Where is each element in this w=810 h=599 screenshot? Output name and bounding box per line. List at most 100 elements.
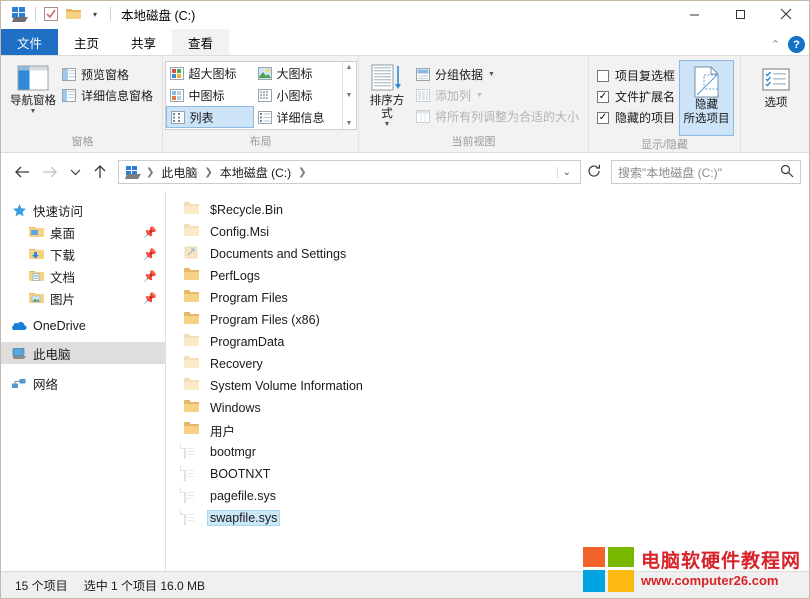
navigation-pane-button[interactable]: 导航窗格 ▼ [9,60,57,115]
list-item[interactable]: ProgramData [166,331,809,353]
breadcrumb-separator[interactable]: ❯ [145,167,155,178]
address-bar: ❯ 此电脑 ❯ 本地磁盘 (C:) ❯ ⌄ 搜索"本地磁盘 (C:)" [1,153,809,191]
list-item[interactable]: 用户 [166,419,809,441]
file-list[interactable]: $Recycle.Bin Config.Msi Documents and Se… [166,191,809,571]
preview-pane-label: 预览窗格 [80,68,129,82]
recent-locations-button[interactable] [65,159,85,185]
new-folder-icon[interactable] [62,4,84,24]
list-item[interactable]: BOOTNXT [166,463,809,485]
sidebar-item-network[interactable]: 网络 [1,372,165,394]
gallery-scrollbar[interactable]: ▲ ▼ ▼ [341,62,356,129]
view-small-icons[interactable]: 小图标 [254,84,342,106]
checkbox-checked-icon[interactable]: ✓ [597,111,609,124]
customize-dropdown-icon[interactable]: ▾ [84,4,106,24]
chevron-up-icon[interactable]: ⌃ [771,38,780,51]
chevron-down-icon: ▼ [476,92,483,99]
layout-gallery[interactable]: 超大图标 大图标 中图标 小图标 列表 详细信息 ▲ ▼ ▼ [164,61,357,130]
sidebar-item-this-pc[interactable]: 此电脑 [1,342,165,364]
list-item[interactable]: Program Files (x86) [166,309,809,331]
file-name: $Recycle.Bin [210,203,283,217]
search-icon[interactable] [780,164,794,181]
list-item[interactable]: System Volume Information [166,375,809,397]
tab-home[interactable]: 主页 [58,29,115,55]
pin-icon[interactable]: 📌 [143,248,157,261]
hidden-items-option[interactable]: ✓ 隐藏的项目 [597,107,675,128]
sidebar-item-desktop[interactable]: 桌面 📌 [1,221,165,243]
breadcrumb-separator[interactable]: ❯ [297,167,307,178]
minimize-button[interactable] [671,1,717,27]
chevron-down-icon[interactable]: ▼ [384,121,391,128]
sort-by-button[interactable]: 排序方式 ▼ [365,60,409,128]
sidebar-item-documents[interactable]: 文档 📌 [1,265,165,287]
preview-pane-button[interactable]: 预览窗格 [59,64,156,85]
refresh-button[interactable] [583,164,605,181]
group-by-button[interactable]: 分组依据 ▼ [413,64,582,85]
list-item[interactable]: Documents and Settings [166,243,809,265]
list-item[interactable]: Recovery [166,353,809,375]
folder-icon [184,378,200,394]
file-icon [184,487,200,504]
list-item-selected[interactable]: swapfile.sys [166,507,809,529]
address-breadcrumb-field[interactable]: ❯ 此电脑 ❯ 本地磁盘 (C:) ❯ ⌄ [118,160,581,184]
item-checkboxes-option[interactable]: 项目复选框 [597,65,675,86]
search-input[interactable]: 搜索"本地磁盘 (C:)" [611,160,801,184]
list-item[interactable]: bootmgr [166,441,809,463]
list-item[interactable]: $Recycle.Bin [166,199,809,221]
tab-share[interactable]: 共享 [115,29,172,55]
chevron-down-icon[interactable]: ▼ [30,108,37,115]
chevron-down-icon[interactable]: ⌄ [556,166,576,178]
list-item[interactable]: Config.Msi [166,221,809,243]
view-details[interactable]: 详细信息 [254,106,342,128]
view-medium-icons[interactable]: 中图标 [166,84,254,106]
sidebar-item-quick-access[interactable]: 快速访问 [1,199,165,221]
file-extensions-option[interactable]: ✓ 文件扩展名 [597,86,675,107]
up-button[interactable] [87,159,113,185]
breadcrumb-this-pc[interactable]: 此电脑 [158,164,200,181]
pin-icon[interactable]: 📌 [143,226,157,239]
sidebar-item-pictures[interactable]: 图片 📌 [1,287,165,309]
view-extra-large-icons[interactable]: 超大图标 [166,62,254,84]
details-pane-button[interactable]: 详细信息窗格 [59,85,156,106]
chevron-down-icon[interactable]: ▼ [488,71,495,78]
view-label: 超大图标 [188,66,237,81]
tab-file[interactable]: 文件 [1,29,59,55]
medium-icons-icon [169,88,184,102]
hidden-items-label: 隐藏的项目 [615,111,676,125]
help-icon[interactable]: ? [788,36,805,53]
forward-button [37,159,63,185]
properties-icon[interactable] [40,4,62,24]
tab-view[interactable]: 查看 [172,29,230,55]
explorer-icon[interactable] [9,4,31,24]
ribbon-group-current-view-label: 当前视图 [451,136,496,148]
pin-icon[interactable]: 📌 [143,292,157,305]
ribbon-group-layout-label: 布局 [249,136,272,148]
hide-selected-label-1: 隐藏 [695,99,718,111]
back-button[interactable] [9,159,35,185]
this-pc-icon[interactable] [123,165,142,179]
view-large-icons[interactable]: 大图标 [254,62,342,84]
breadcrumb-local-disk[interactable]: 本地磁盘 (C:) [217,164,294,181]
list-item[interactable]: PerfLogs [166,265,809,287]
sidebar-label: 此电脑 [33,347,71,362]
sidebar-item-downloads[interactable]: 下载 📌 [1,243,165,265]
options-button[interactable]: 选项 [747,60,805,110]
close-button[interactable] [763,1,809,27]
list-item[interactable]: pagefile.sys [166,485,809,507]
gallery-expand-icon[interactable]: ▼ [346,120,353,127]
breadcrumb-separator[interactable]: ❯ [203,167,213,178]
hide-selected-items-button[interactable]: 隐藏 所选项目 [679,60,734,136]
view-list[interactable]: 列表 [165,106,254,128]
add-columns-label: 添加列 [434,89,471,103]
ribbon-group-options: 选项 [741,56,810,153]
checkbox-checked-icon[interactable]: ✓ [597,90,609,103]
scroll-down-icon[interactable]: ▼ [346,92,353,99]
sidebar-item-onedrive[interactable]: OneDrive [1,315,165,337]
divider [110,7,111,21]
sidebar-label: 图片 [50,292,76,307]
pin-icon[interactable]: 📌 [143,270,157,283]
list-item[interactable]: Program Files [166,287,809,309]
maximize-button[interactable] [717,1,763,27]
checkbox-unchecked-icon[interactable] [597,69,609,82]
list-item[interactable]: Windows [166,397,809,419]
scroll-up-icon[interactable]: ▲ [346,64,353,71]
